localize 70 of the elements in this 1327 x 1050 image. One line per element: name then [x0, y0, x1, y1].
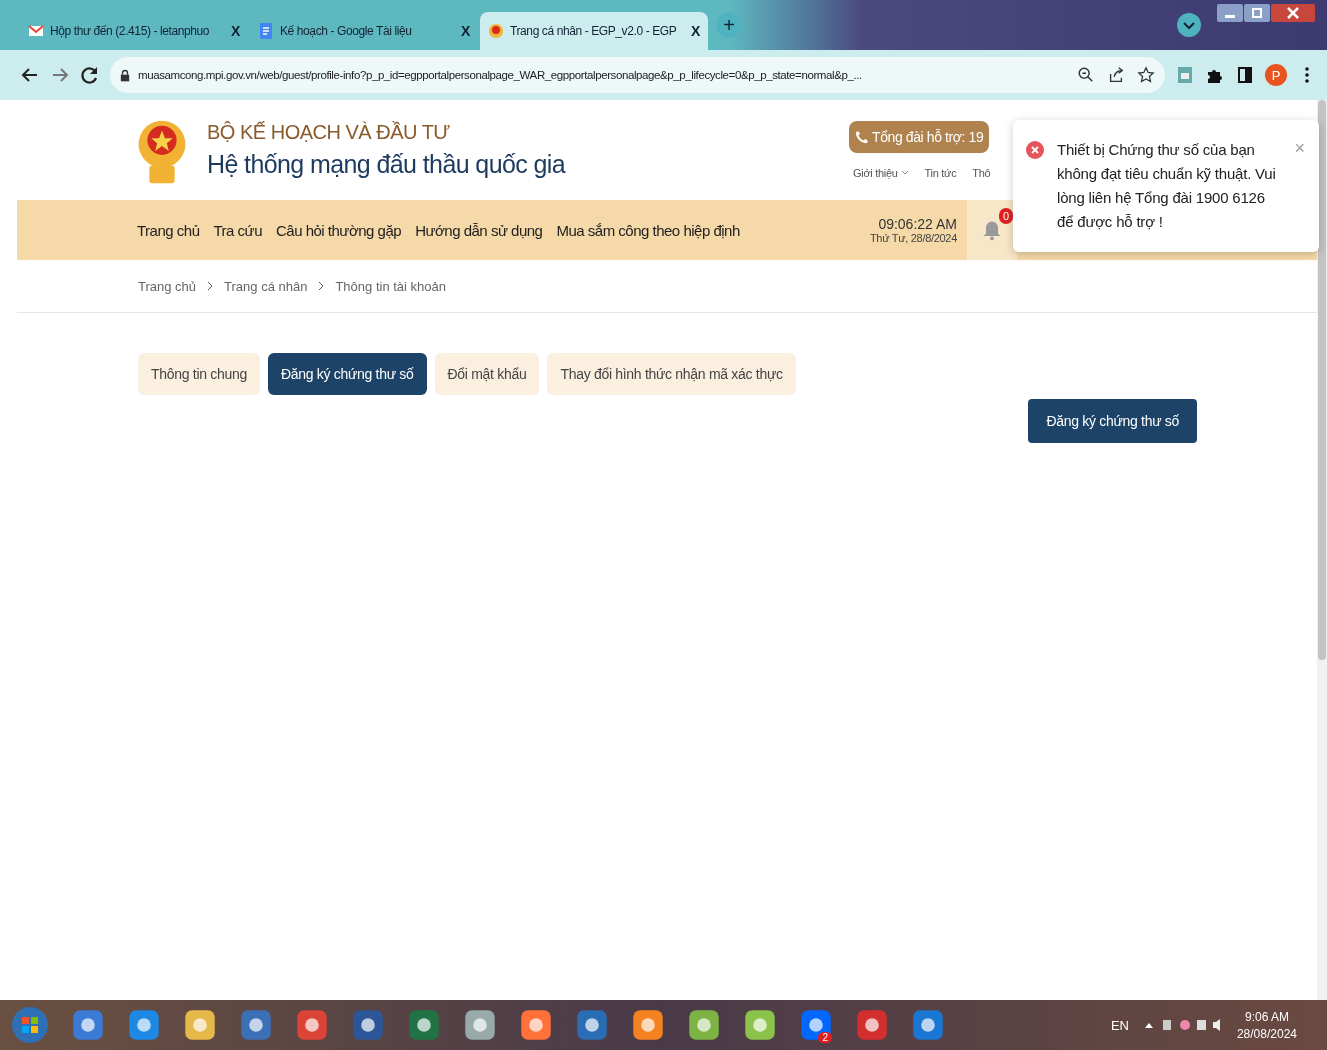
lock-icon — [120, 68, 130, 82]
notification-button[interactable]: 0 — [967, 200, 1017, 260]
restore-icon[interactable] — [1244, 4, 1270, 22]
profile-tab[interactable]: Thông tin chung — [138, 353, 260, 395]
app-icon[interactable] — [351, 1008, 385, 1042]
app-icon[interactable] — [407, 1008, 441, 1042]
chevron-right-icon — [317, 281, 326, 291]
header-link[interactable]: Tin tức — [924, 167, 957, 179]
app-icon[interactable] — [687, 1008, 721, 1042]
ministry-title: BỘ KẾ HOẠCH VÀ ĐẦU TƯ — [207, 121, 451, 144]
share-icon[interactable] — [1107, 66, 1125, 84]
error-icon — [1025, 140, 1045, 160]
language-indicator[interactable]: EN — [1110, 1017, 1129, 1033]
new-tab-button[interactable]: + — [716, 12, 742, 38]
app-icon[interactable] — [239, 1008, 273, 1042]
clock-date: Thứ Tư, 28/8/2024 — [869, 232, 957, 244]
header-link[interactable]: Thô — [972, 167, 991, 179]
browser-tab[interactable]: Trang cá nhân - EGP_v2.0 - EGP X — [480, 12, 708, 50]
app-icon[interactable] — [183, 1008, 217, 1042]
app-icon[interactable] — [71, 1008, 105, 1042]
profile-avatar[interactable]: P — [1265, 64, 1287, 86]
header-link[interactable]: Giới thiệu — [853, 167, 909, 179]
app-icon[interactable] — [463, 1008, 497, 1042]
breadcrumb-link[interactable]: Trang cá nhân — [224, 278, 308, 294]
breadcrumb-link[interactable]: Trang chủ — [138, 278, 197, 294]
zoom-icon[interactable] — [1077, 66, 1095, 84]
profile-tab[interactable]: Thay đổi hình thức nhận mã xác thực — [547, 353, 796, 395]
emblem-icon — [488, 23, 504, 39]
notification-count: 0 — [998, 208, 1013, 224]
app-icon[interactable] — [519, 1008, 553, 1042]
nav-link[interactable]: Mua sắm công theo hiệp định — [556, 221, 740, 239]
close-icon[interactable] — [1271, 4, 1315, 22]
mail-icon — [28, 23, 44, 39]
browser-tab[interactable]: Hộp thư đến (2.415) - letanphuo X — [20, 12, 248, 50]
unread-count: 2 — [818, 1032, 832, 1043]
error-message: Thiết bị Chứng thư số của bạn không đạt tiêu chuẩn kỹ thuật. Vui lòng liên hệ Tổng đài 1900 6126 để được hỗ trợ ! — [1057, 140, 1277, 232]
star-icon[interactable] — [1137, 66, 1155, 84]
app-icon[interactable] — [631, 1008, 665, 1042]
side-panel-icon[interactable] — [1235, 65, 1255, 85]
reload-icon[interactable] — [80, 65, 100, 85]
nav-link[interactable]: Câu hỏi thường gặp — [276, 221, 402, 239]
app-icon[interactable] — [127, 1008, 161, 1042]
chevron-down-icon — [900, 169, 909, 177]
minimize-icon[interactable] — [1217, 4, 1243, 22]
document-icon — [258, 23, 274, 39]
taskbar-date: 28/08/2024 — [1236, 1026, 1297, 1041]
phone-icon — [855, 130, 869, 144]
address-bar[interactable]: muasamcong.mpi.gov.vn/web/guest/profile-info?p_p_id=egpportalpersonalpage_WAR_egpportalpersonalpage&p_p_lifecycle=0&p_p_state=normal&p_... — [110, 57, 1165, 93]
browser-tab[interactable]: Kế hoạch - Google Tài liệu X — [250, 12, 478, 50]
register-certificate-button[interactable]: Đăng ký chứng thư số — [1028, 399, 1197, 443]
taskbar-time: 9:06 AM — [1244, 1009, 1289, 1024]
app-icon[interactable] — [295, 1008, 329, 1042]
app-icon[interactable] — [911, 1008, 945, 1042]
breadcrumb-link[interactable]: Thông tin tài khoản — [335, 278, 446, 294]
clock-time: 09:06:22 AM — [878, 216, 957, 232]
app-icon[interactable] — [575, 1008, 609, 1042]
profile-tab[interactable]: Đăng ký chứng thư số — [267, 353, 427, 395]
chevron-down-icon[interactable] — [1177, 13, 1201, 37]
app-icon[interactable] — [855, 1008, 889, 1042]
nav-link[interactable]: Hướng dẫn sử dụng — [415, 221, 543, 239]
start-icon[interactable] — [10, 1005, 50, 1045]
app-icon[interactable] — [799, 1008, 833, 1042]
nav-link[interactable]: Trang chủ — [137, 221, 200, 239]
scrollbar-thumb[interactable] — [1318, 100, 1326, 660]
tray-icons-drawing[interactable] — [1142, 1017, 1223, 1033]
profile-tab[interactable]: Đổi mật khẩu — [434, 353, 540, 395]
app-icon[interactable] — [743, 1008, 777, 1042]
site-title: Hệ thống mạng đấu thầu quốc gia — [207, 150, 566, 179]
nav-link[interactable]: Tra cứu — [213, 221, 262, 239]
chevron-right-icon — [206, 281, 215, 291]
